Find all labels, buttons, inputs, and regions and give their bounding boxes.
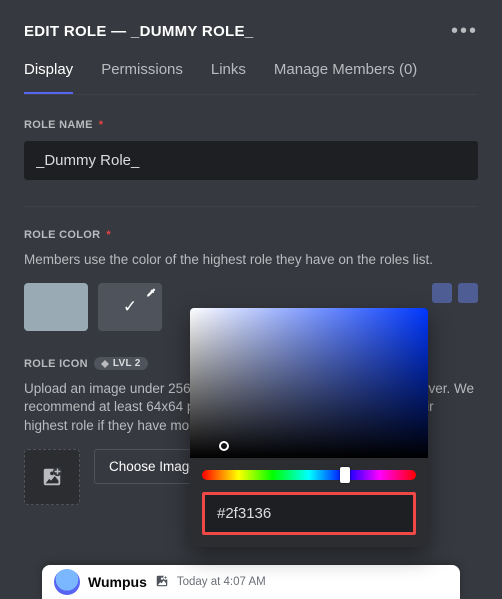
hex-color-input[interactable] (205, 495, 413, 532)
tab-manage-members[interactable]: Manage Members (0) (274, 61, 417, 94)
boost-level-text: LVL 2 (113, 358, 141, 369)
color-picker-popover (190, 308, 428, 547)
preview-username: Wumpus (88, 574, 147, 590)
preset-color-swatch[interactable] (458, 283, 478, 303)
role-icon-preview-badge (155, 573, 169, 591)
saturation-value-field[interactable] (190, 308, 428, 458)
default-color-swatch[interactable] (24, 283, 88, 331)
tab-bar: Display Permissions Links Manage Members… (24, 61, 478, 95)
tab-permissions[interactable]: Permissions (101, 61, 183, 94)
required-asterisk-icon: * (106, 229, 111, 241)
hex-input-highlight (202, 492, 416, 535)
add-image-icon (41, 466, 63, 488)
sv-handle[interactable] (219, 441, 229, 451)
tab-links[interactable]: Links (211, 61, 246, 94)
role-name-label: ROLE NAME * (24, 119, 478, 131)
custom-color-swatch[interactable]: ✓ (98, 283, 162, 331)
boost-level-badge: LVL 2 (94, 357, 148, 370)
required-asterisk-icon: * (99, 119, 104, 131)
page-title: EDIT ROLE — _DUMMY ROLE_ (24, 23, 253, 40)
eyedropper-icon (145, 286, 157, 304)
check-icon: ✓ (123, 297, 137, 317)
preview-timestamp: Today at 4:07 AM (177, 576, 266, 588)
avatar (54, 569, 80, 595)
role-name-label-text: ROLE NAME (24, 119, 93, 131)
role-color-label: ROLE COLOR * (24, 229, 478, 241)
role-color-helper: Members use the color of the highest rol… (24, 251, 478, 269)
tab-display[interactable]: Display (24, 61, 73, 94)
role-icon-label-text: ROLE ICON (24, 358, 88, 370)
preset-color-swatch[interactable] (432, 283, 452, 303)
role-color-label-text: ROLE COLOR (24, 229, 100, 241)
upload-image-box[interactable] (24, 449, 80, 505)
section-divider (24, 206, 478, 207)
more-options-icon[interactable]: ••• (451, 20, 478, 43)
role-preview-card: Wumpus Today at 4:07 AM (42, 565, 460, 599)
role-name-input[interactable] (24, 141, 478, 180)
hue-handle[interactable] (340, 467, 350, 483)
hue-slider[interactable] (202, 470, 416, 480)
boost-gem-icon (101, 360, 109, 368)
